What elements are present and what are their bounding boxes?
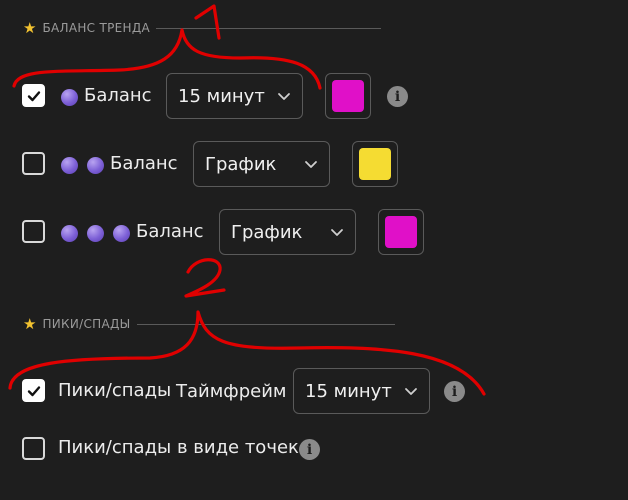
purple-dot-icon xyxy=(87,157,104,174)
select-balance-1-timeframe[interactable]: 15 минут xyxy=(166,73,303,119)
label-balance-3: Баланс xyxy=(136,221,204,242)
checkbox-balance-1[interactable] xyxy=(22,84,45,107)
section-title: БАЛАНС ТРЕНДА xyxy=(42,21,150,35)
section-header-peaks: ★ ПИКИ/СПАДЫ xyxy=(23,314,395,334)
purple-dot-icon xyxy=(87,225,104,242)
chevron-down-icon xyxy=(331,229,343,236)
color-swatch xyxy=(385,216,417,248)
label-balance-1: Баланс xyxy=(84,85,152,106)
star-icon: ★ xyxy=(23,18,37,37)
select-value: График xyxy=(231,221,303,243)
chevron-down-icon xyxy=(278,93,290,100)
checkbox-peaks-dots[interactable] xyxy=(22,437,45,460)
select-peaks-timeframe[interactable]: 15 минут xyxy=(293,368,430,414)
color-swatch xyxy=(332,80,364,112)
annotation-mark-2 xyxy=(184,258,226,298)
checkbox-peaks[interactable] xyxy=(22,379,45,402)
purple-dot-icon xyxy=(61,89,78,106)
label-timeframe: Таймфрейм xyxy=(176,381,287,402)
section-header-trend-balance: ★ БАЛАНС ТРЕНДА xyxy=(23,18,381,38)
color-swatch xyxy=(359,148,391,180)
select-balance-3-mode[interactable]: График xyxy=(219,209,356,255)
purple-dot-icon xyxy=(61,225,78,242)
checkbox-balance-2[interactable] xyxy=(22,152,45,175)
color-picker-balance-3[interactable] xyxy=(378,209,424,255)
label-balance-2: Баланс xyxy=(110,153,178,174)
color-picker-balance-2[interactable] xyxy=(352,141,398,187)
info-icon[interactable]: i xyxy=(299,439,320,460)
check-icon xyxy=(27,90,40,101)
purple-dot-icon xyxy=(113,225,130,242)
color-picker-balance-1[interactable] xyxy=(325,73,371,119)
section-divider xyxy=(156,27,381,29)
select-value: 15 минут xyxy=(178,85,265,107)
select-value: 15 минут xyxy=(305,380,392,402)
star-icon: ★ xyxy=(23,314,37,333)
label-peaks-dots: Пики/спады в виде точек xyxy=(58,437,299,458)
info-icon[interactable]: i xyxy=(444,381,465,402)
check-icon xyxy=(27,385,40,396)
purple-dot-icon xyxy=(61,157,78,174)
select-value: График xyxy=(205,153,277,175)
section-divider xyxy=(136,323,395,325)
section-title: ПИКИ/СПАДЫ xyxy=(42,317,131,331)
label-peaks: Пики/спады xyxy=(58,380,172,401)
info-icon[interactable]: i xyxy=(387,86,408,107)
chevron-down-icon xyxy=(305,161,317,168)
chevron-down-icon xyxy=(405,388,417,395)
select-balance-2-mode[interactable]: График xyxy=(193,141,330,187)
checkbox-balance-3[interactable] xyxy=(22,220,45,243)
